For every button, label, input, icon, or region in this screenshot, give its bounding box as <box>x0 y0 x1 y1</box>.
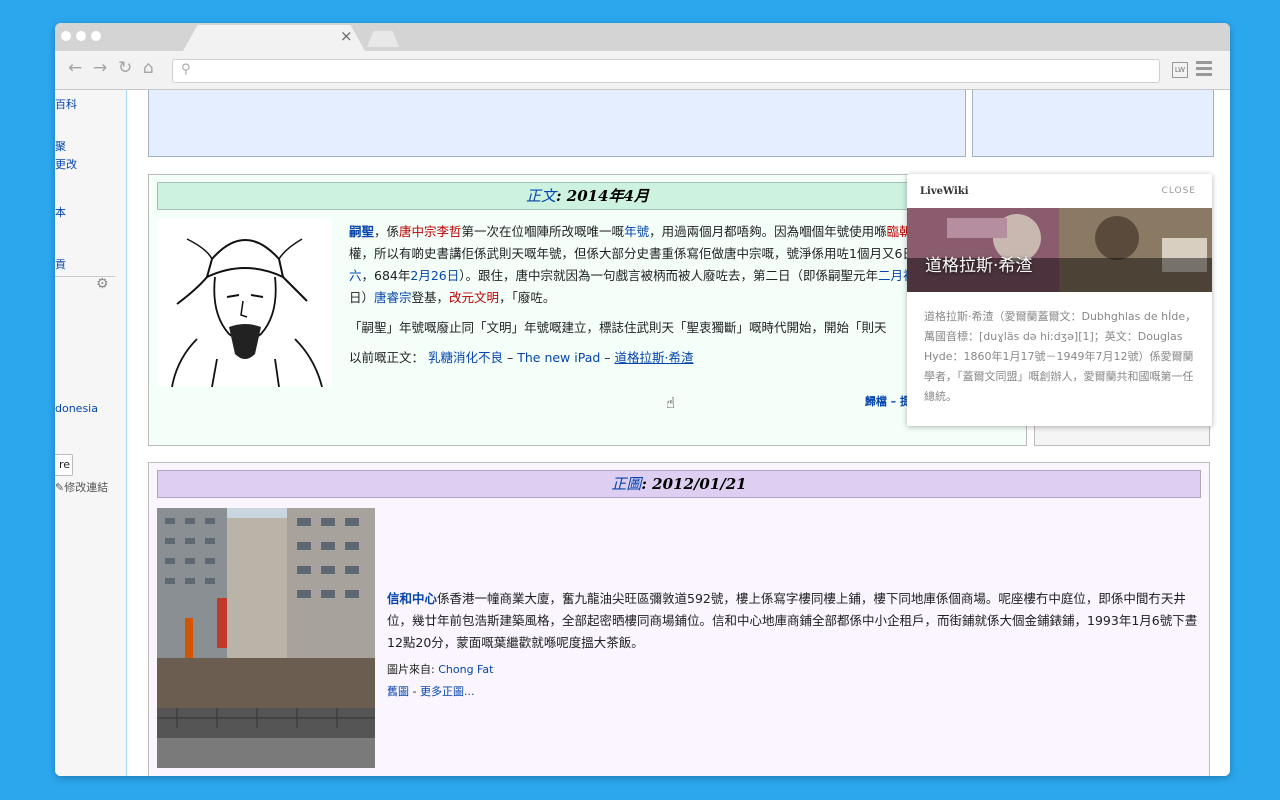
article-text: 第一次在位嗰陣所改嘅唯一嘅 <box>461 224 625 239</box>
article-text: 廢咗。 <box>517 290 556 305</box>
back-icon[interactable]: ← <box>68 58 82 78</box>
sidebar-link[interactable]: 貢 <box>55 256 66 272</box>
forward-icon[interactable]: → <box>93 58 107 78</box>
featured-picture-text: 信和中心係香港一幢商業大廈，奮九龍油尖旺區彌敦道592號，樓上係寫字樓同樓上鋪，… <box>387 588 1201 654</box>
top-panel-right <box>972 90 1214 157</box>
livewiki-popup: LiveWiki CLOSE 道格拉斯·希渣 道格拉斯·希渣（愛爾蘭蓋爾文：Du… <box>907 174 1212 426</box>
photo-credit-link[interactable]: Chong Fat <box>438 663 493 676</box>
article-link[interactable]: 改元文明 <box>449 290 499 305</box>
article-text: ，「 <box>499 290 518 305</box>
featured-picture-header: 正圖: 2012/01/21 <box>157 470 1201 498</box>
sidebar-language-link[interactable]: donesia <box>55 402 98 415</box>
featured-picture-date: : 2012/01/21 <box>641 475 747 493</box>
tab-bar: × <box>55 23 1230 51</box>
livewiki-summary: 道格拉斯·希渣（愛爾蘭蓋爾文：Dubhghlas de hÍde，萬國音標：[d… <box>924 310 1197 403</box>
article-link[interactable]: 2月26日 <box>410 268 459 283</box>
article-link[interactable]: 嗣聖 <box>349 224 374 239</box>
livewiki-title: 道格拉斯·希渣 <box>925 256 1033 276</box>
article-link[interactable]: 唐中宗李哲 <box>399 224 462 239</box>
previous-articles-label: 以前嘅正文： <box>349 350 425 365</box>
article-text: ）。跟住，唐中宗就因為一句戲言被 <box>459 268 653 283</box>
pencil-icon: ✎ <box>55 481 65 494</box>
edit-links-label: 修改連結 <box>64 481 109 494</box>
sidebar-link[interactable]: 百科 <box>55 96 77 112</box>
window-close-dot[interactable] <box>61 31 71 41</box>
hand-cursor-icon: ☝ <box>666 394 676 412</box>
extension-icon[interactable]: LW <box>1172 62 1188 78</box>
browser-window: × ← → ↻ ⌂ ⚲ LW 百科 聚 更改 本 貢 ⚙ donesia re … <box>55 23 1230 776</box>
article-text: 柄而被人廢咗去，第二日（即係嗣聖元年 <box>653 268 879 283</box>
featured-picture-subject-link[interactable]: 信和中心 <box>387 591 437 606</box>
previous-article-link[interactable]: 道格拉斯·希渣 <box>615 350 694 365</box>
livewiki-close-button[interactable]: CLOSE <box>1162 186 1196 196</box>
separator: – <box>600 350 615 365</box>
sidebar-link[interactable]: 本 <box>55 204 66 220</box>
separator: – <box>503 350 518 365</box>
featured-article-header: 正文: 2014年4月 <box>157 182 1018 210</box>
sidebar-more-button[interactable]: re <box>55 454 73 476</box>
browser-toolbar: ← → ↻ ⌂ ⚲ LW <box>55 51 1230 90</box>
edit-links[interactable]: ✎修改連結 <box>55 479 108 495</box>
building-photo[interactable] <box>157 508 375 768</box>
livewiki-brand: LiveWiki <box>920 186 969 197</box>
featured-article-link[interactable]: 正文 <box>526 187 556 205</box>
sidebar-link[interactable]: 更改 <box>55 156 77 172</box>
top-panel-left <box>148 90 966 157</box>
gear-icon[interactable]: ⚙ <box>96 276 109 292</box>
tab-close-icon[interactable]: × <box>340 29 353 44</box>
picture-archive-links: 舊圖 - 更多正圖... <box>387 683 474 699</box>
article-text: ，用過兩個月都唔夠。因為嗰個年號使用喺 <box>649 224 887 239</box>
featured-article-panel: 正文: 2014年4月 嗣聖，係唐中宗李哲第一次在位嗰陣所改嘅唯一嘅年號，用過兩… <box>148 174 1027 446</box>
featured-picture-link[interactable]: 正圖 <box>611 475 641 493</box>
sidebar-link[interactable]: 聚 <box>55 138 66 154</box>
separator: - <box>409 685 420 698</box>
window-minimize-dot[interactable] <box>76 31 86 41</box>
menu-icon[interactable] <box>1196 61 1212 79</box>
page-content: 百科 聚 更改 本 貢 ⚙ donesia re ✎修改連結 正文: 2014年… <box>55 90 1230 776</box>
new-tab-button[interactable] <box>367 31 399 47</box>
article-text: 登基， <box>411 290 450 305</box>
photo-credit: 圖片來自: Chong Fat <box>387 661 493 677</box>
livewiki-hero-image: 道格拉斯·希渣 <box>907 208 1212 292</box>
active-tab[interactable] <box>183 25 365 51</box>
more-pictures-link[interactable]: 更多正圖... <box>420 685 475 698</box>
sidebar: 百科 聚 更改 本 貢 ⚙ donesia re ✎修改連結 <box>55 90 127 776</box>
old-pictures-link[interactable]: 舊圖 <box>387 685 409 698</box>
article-link[interactable]: 年號 <box>624 224 649 239</box>
window-zoom-dot[interactable] <box>91 31 101 41</box>
previous-article-link[interactable]: The new iPad <box>517 350 600 365</box>
article-link[interactable]: 唐睿宗 <box>374 290 412 305</box>
featured-picture-description: 係香港一幢商業大廈，奮九龍油尖旺區彌敦道592號，樓上係寫字樓同樓上鋪，樓下同地… <box>387 591 1198 650</box>
address-bar[interactable]: ⚲ <box>172 59 1160 83</box>
featured-picture-panel: 正圖: 2012/01/21 信和中心係香港一幢商業大廈，奮九龍油尖旺區彌敦道5… <box>148 462 1210 776</box>
article-text: ，684年 <box>361 268 411 283</box>
home-icon[interactable]: ⌂ <box>143 58 154 78</box>
reload-icon[interactable]: ↻ <box>118 58 132 78</box>
previous-article-link[interactable]: 乳糖消化不良 <box>428 350 503 365</box>
featured-article-date: : 2014年4月 <box>556 187 649 205</box>
search-icon: ⚲ <box>181 62 191 77</box>
portrait-image[interactable] <box>157 219 332 388</box>
photo-credit-label: 圖片來自: <box>387 663 435 676</box>
article-text: ，係 <box>374 224 400 239</box>
